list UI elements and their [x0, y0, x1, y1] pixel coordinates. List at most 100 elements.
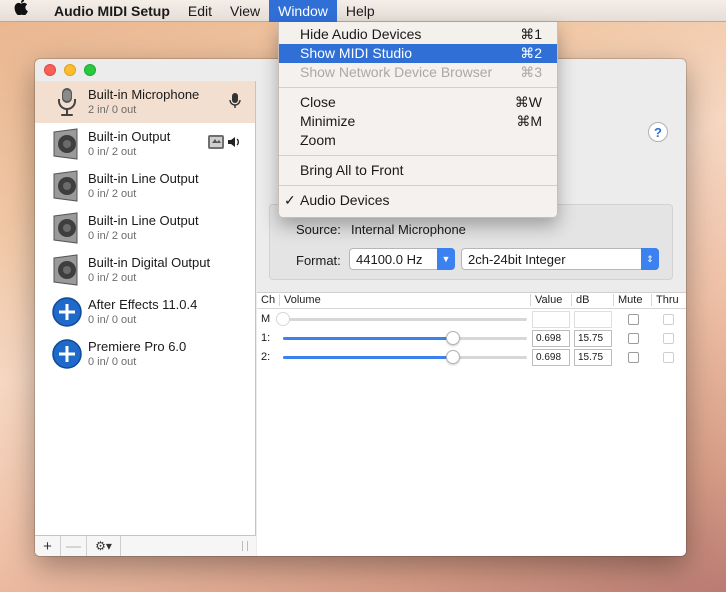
- device-name: Built-in Line Output: [88, 213, 199, 228]
- source-value: Internal Microphone: [351, 222, 466, 237]
- zoom-window-button[interactable]: [84, 64, 96, 76]
- bit-format-value: 2ch-24bit Integer: [468, 251, 566, 267]
- format-label: Format:: [296, 253, 341, 268]
- column-mute: Mute: [613, 294, 642, 306]
- menu-item-label: Show Network Device Browser: [300, 64, 493, 80]
- column-value: Value: [530, 294, 562, 306]
- default-output-speaker-icon: [227, 135, 241, 152]
- db-field[interactable]: 15.75: [574, 349, 612, 366]
- speaker-icon: [51, 128, 83, 160]
- channel-label: M: [261, 313, 271, 325]
- menu-item-hide-audio-devices[interactable]: Hide Audio Devices ⌘1: [279, 25, 557, 44]
- gear-menu-button[interactable]: ⚙▾: [87, 536, 121, 556]
- device-io: 0 in/ 2 out: [88, 146, 137, 158]
- value-field[interactable]: 0.698: [532, 330, 570, 347]
- remove-device-button[interactable]: —: [61, 536, 87, 556]
- menu-item-label: Show MIDI Studio: [300, 45, 413, 61]
- device-name: Built-in Line Output: [88, 171, 199, 186]
- menu-item-close[interactable]: Close ⌘W: [279, 93, 557, 112]
- mute-checkbox[interactable]: [628, 314, 639, 325]
- device-item-built-in-digital-output[interactable]: Built-in Digital Output 0 in/ 2 out: [35, 249, 255, 291]
- minimize-window-button[interactable]: [64, 64, 76, 76]
- menu-item-label: Zoom: [300, 132, 336, 148]
- shortcut-label: ⌘2: [520, 45, 542, 61]
- mute-checkbox[interactable]: [628, 352, 639, 363]
- channel-row-1: 1: 0.698 15.75: [257, 329, 686, 348]
- device-item-built-in-microphone[interactable]: Built-in Microphone 2 in/ 0 out: [35, 81, 255, 123]
- menu-item-bring-all-to-front[interactable]: Bring All to Front: [279, 161, 557, 180]
- device-io: 0 in/ 0 out: [88, 356, 137, 368]
- default-input-microphone-icon: [229, 93, 241, 112]
- slider-knob[interactable]: [276, 312, 290, 326]
- channel-table: Ch Volume Value dB Mute Thru M 1: 0.698 …: [257, 292, 686, 556]
- volume-slider[interactable]: [283, 331, 527, 345]
- apple-menu-icon[interactable]: [0, 0, 42, 22]
- menu-separator: [279, 185, 557, 186]
- channel-label: 1:: [261, 332, 271, 344]
- slider-knob[interactable]: [446, 350, 461, 364]
- device-io: 0 in/ 2 out: [88, 188, 137, 200]
- device-item-premiere-pro[interactable]: Premiere Pro 6.0 0 in/ 0 out: [35, 333, 255, 375]
- volume-slider[interactable]: [283, 350, 527, 364]
- value-field[interactable]: 0.698: [532, 349, 570, 366]
- menu-item-label: Close: [300, 94, 336, 110]
- menu-item-minimize[interactable]: Minimize ⌘M: [279, 112, 557, 131]
- device-list: Built-in Microphone 2 in/ 0 out Built-in…: [35, 81, 256, 556]
- bit-format-select[interactable]: 2ch-24bit Integer ⇕: [461, 248, 659, 270]
- menu-view[interactable]: View: [221, 0, 269, 22]
- column-volume: Volume: [279, 294, 321, 306]
- device-name: Built-in Output: [88, 129, 171, 144]
- menu-app-name[interactable]: Audio MIDI Setup: [42, 0, 179, 22]
- db-field[interactable]: [574, 311, 612, 328]
- menu-item-audio-devices[interactable]: ✓ Audio Devices: [279, 191, 557, 210]
- mute-checkbox[interactable]: [628, 333, 639, 344]
- shortcut-label: ⌘3: [520, 64, 542, 80]
- device-item-built-in-output[interactable]: Built-in Output 0 in/ 2 out: [35, 123, 255, 165]
- db-field[interactable]: 15.75: [574, 330, 612, 347]
- device-item-built-in-line-output[interactable]: Built-in Line Output 0 in/ 2 out: [35, 165, 255, 207]
- up-down-chevron-icon: ⇕: [641, 248, 659, 270]
- add-device-button[interactable]: +: [35, 536, 61, 556]
- value-field[interactable]: [532, 311, 570, 328]
- thru-checkbox[interactable]: [663, 314, 674, 325]
- sidebar-footer: + — ⚙▾: [35, 535, 256, 556]
- window-menu-dropdown: Hide Audio Devices ⌘1 Show MIDI Studio ⌘…: [278, 22, 558, 218]
- device-name: After Effects 11.0.4: [88, 297, 198, 312]
- thru-checkbox[interactable]: [663, 333, 674, 344]
- source-label: Source:: [296, 222, 341, 237]
- menu-bar: Audio MIDI Setup Edit View Window Help: [0, 0, 726, 22]
- menu-edit[interactable]: Edit: [179, 0, 221, 22]
- shortcut-label: ⌘W: [514, 94, 542, 110]
- channel-row-master: M: [257, 310, 686, 329]
- menu-item-show-midi-studio[interactable]: Show MIDI Studio ⌘2: [279, 44, 557, 63]
- plus-circle-icon: [51, 338, 83, 370]
- help-button[interactable]: ?: [648, 122, 668, 142]
- device-io: 0 in/ 2 out: [88, 230, 137, 242]
- slider-knob[interactable]: [446, 331, 461, 345]
- menu-window[interactable]: Window: [269, 0, 337, 22]
- menu-help[interactable]: Help: [337, 0, 384, 22]
- resize-grip-icon[interactable]: [242, 541, 248, 551]
- sample-rate-select[interactable]: 44100.0 Hz ▼: [349, 248, 455, 270]
- device-name: Premiere Pro 6.0: [88, 339, 187, 354]
- device-name: Built-in Digital Output: [88, 255, 211, 270]
- device-item-after-effects[interactable]: After Effects 11.0.4 0 in/ 0 out: [35, 291, 255, 333]
- system-sound-finder-icon: [208, 135, 224, 152]
- menu-separator: [279, 155, 557, 156]
- speaker-icon: [51, 212, 83, 244]
- shortcut-label: ⌘1: [520, 26, 542, 42]
- column-db: dB: [571, 294, 589, 306]
- device-item-built-in-line-output-2[interactable]: Built-in Line Output 0 in/ 2 out: [35, 207, 255, 249]
- menu-item-show-network-device-browser: Show Network Device Browser ⌘3: [279, 63, 557, 82]
- device-io: 2 in/ 0 out: [88, 104, 137, 116]
- thru-checkbox[interactable]: [663, 352, 674, 363]
- close-window-button[interactable]: [44, 64, 56, 76]
- menu-separator: [279, 87, 557, 88]
- speaker-icon: [51, 254, 83, 286]
- menu-item-zoom[interactable]: Zoom: [279, 131, 557, 150]
- volume-slider[interactable]: [276, 312, 527, 326]
- menu-item-label: Bring All to Front: [300, 162, 404, 178]
- sample-rate-value: 44100.0 Hz: [356, 251, 423, 267]
- chevron-down-icon: ▼: [437, 248, 455, 270]
- menu-item-label: Minimize: [300, 113, 356, 129]
